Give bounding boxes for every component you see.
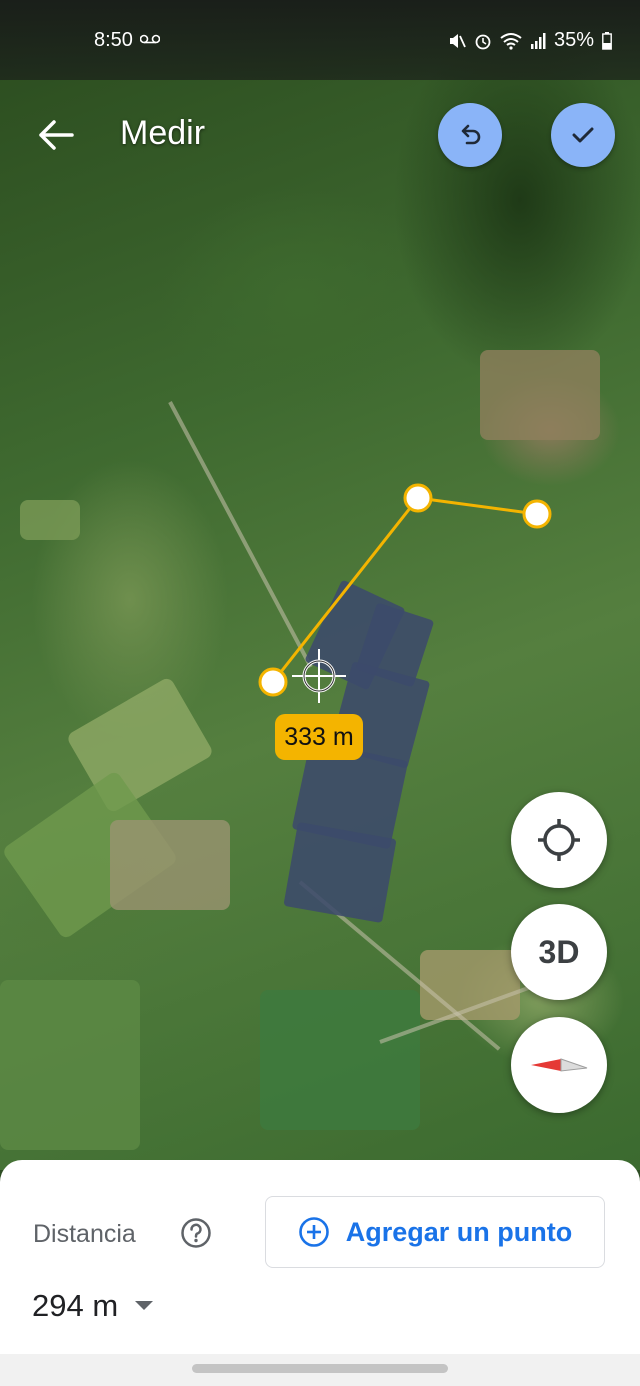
mute-icon [449,33,466,48]
undo-button[interactable] [438,103,502,167]
battery-icon [602,31,612,50]
battery-percent: 35% [553,29,594,51]
measure-path [271,496,538,683]
arrow-back-icon [39,120,74,150]
unit-dropdown-caret-icon[interactable] [135,1301,153,1310]
undo-icon [461,124,481,145]
help-icon[interactable] [180,1217,212,1249]
voicemail-icon [140,34,160,44]
measure-point [403,483,433,513]
distance-value[interactable]: 294 m [32,1288,118,1324]
measure-point [258,667,288,697]
3d-toggle-button[interactable]: 3D [511,904,607,1000]
check-icon [572,127,594,143]
segment-distance-label: 333 m [275,714,363,760]
status-icons: 35% [448,29,612,52]
done-button[interactable] [551,103,615,167]
measure-bottom-sheet: Distancia Agregar un punto 294 m [0,1160,640,1386]
system-nav-bar [0,1354,640,1386]
status-time: 8:50 [94,29,133,51]
measure-point [522,499,552,529]
distance-label: Distancia [33,1220,136,1248]
page-title: Medir [120,114,206,152]
add-point-button[interactable]: Agregar un punto [265,1196,605,1268]
crosshair-icon [292,649,346,703]
alarm-icon [475,34,491,49]
my-location-button[interactable] [511,792,607,888]
compass-button[interactable] [511,1017,607,1113]
wifi-icon [500,32,522,50]
plus-circle-icon [298,1217,329,1247]
back-button[interactable] [30,112,82,158]
signal-icon [530,32,546,49]
measure-toolbar: Medir [0,100,640,170]
status-bar: 8:50 35% [0,0,640,80]
my-location-icon [538,819,580,861]
compass-icon [531,1058,588,1072]
home-gesture-handle[interactable] [192,1364,448,1373]
add-point-label: Agregar un punto [345,1216,573,1247]
